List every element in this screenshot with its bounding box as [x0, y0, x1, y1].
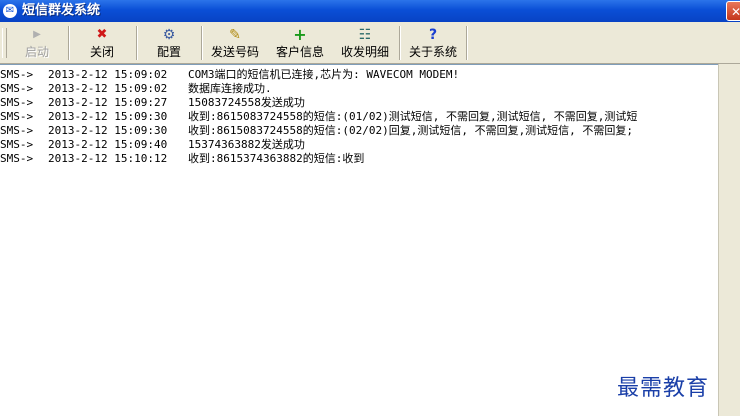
toolbar-separator — [201, 26, 203, 60]
log-message: 数据库连接成功. — [188, 82, 272, 95]
message-details-button[interactable]: ☷ 收发明细 — [334, 24, 396, 62]
close-icon: ✖ — [96, 27, 108, 42]
log-prefix: SMS-> — [0, 68, 34, 81]
window-close-button[interactable]: ✕ — [726, 1, 740, 21]
toolbar-separator — [68, 26, 70, 60]
add-icon: + — [293, 25, 307, 44]
send-numbers-button[interactable]: ✎ 发送号码 — [204, 24, 266, 62]
log-prefix: SMS-> — [0, 82, 34, 95]
log-message: 15083724558发送成功 — [188, 96, 305, 109]
log-prefix: SMS-> — [0, 138, 34, 151]
config-icon: ⚙ — [162, 27, 176, 43]
log-message: 收到:8615083724558的短信:(02/02)回复,测试短信, 不需回复… — [188, 124, 634, 137]
start-button[interactable]: ▶ 启动 — [8, 24, 66, 62]
config-button[interactable]: ⚙ 配置 — [140, 24, 198, 62]
log-prefix: SMS-> — [0, 152, 34, 165]
toolbar-separator — [466, 26, 468, 60]
customer-info-label: 客户信息 — [275, 45, 324, 59]
log-message: 收到:8615083724558的短信:(01/02)测试短信, 不需回复,测试… — [188, 110, 638, 123]
log-timestamp: 2013-2-12 15:09:02 — [48, 82, 168, 95]
toolbar-separator — [399, 26, 401, 60]
log-message: 15374363882发送成功 — [188, 138, 305, 151]
log-timestamp: 2013-2-12 15:09:27 — [48, 96, 168, 109]
watermark-logo: 最需教育 — [617, 376, 710, 401]
edit-icon: ✎ — [229, 27, 241, 43]
message-log[interactable]: SMS-> 2013-2-12 15:09:02 COM3端口的短信机已连接,芯… — [0, 64, 718, 416]
help-icon: ? — [428, 27, 438, 43]
log-timestamp: 2013-2-12 15:09:40 — [48, 138, 168, 151]
toolbar-separator — [136, 26, 138, 60]
log-timestamp: 2013-2-12 15:10:12 — [48, 152, 168, 165]
app-icon: ✉ — [3, 4, 17, 18]
log-prefix: SMS-> — [0, 124, 34, 137]
toolbar: ▶ 启动 ✖ 关闭 ⚙ 配置 ✎ 发送号码 + 客户信息 ☷ 收发明细 ? 关于… — [0, 22, 740, 64]
window-title: 短信群发系统 — [22, 3, 101, 18]
title-bar[interactable]: ✉ 短信群发系统 ✕ — [0, 0, 740, 22]
log-timestamp: 2013-2-12 15:09:30 — [48, 124, 168, 137]
send-numbers-label: 发送号码 — [210, 45, 259, 59]
close-service-button[interactable]: ✖ 关闭 — [72, 24, 132, 62]
about-label: 关于系统 — [408, 45, 457, 59]
close-service-label: 关闭 — [89, 45, 114, 59]
toolbar-grip[interactable] — [2, 28, 7, 58]
config-label: 配置 — [156, 45, 181, 59]
log-timestamp: 2013-2-12 15:09:30 — [48, 110, 168, 123]
log-message: COM3端口的短信机已连接,芯片为: WAVECOM MODEM! — [188, 68, 460, 81]
right-scroll-strip[interactable] — [718, 64, 740, 416]
log-timestamp: 2013-2-12 15:09:02 — [48, 68, 168, 81]
log-prefix: SMS-> — [0, 110, 34, 123]
play-icon: ▶ — [33, 29, 41, 40]
details-icon: ☷ — [358, 27, 372, 43]
log-prefix: SMS-> — [0, 96, 34, 109]
log-message: 收到:8615374363882的短信:收到 — [188, 152, 365, 165]
about-button[interactable]: ? 关于系统 — [402, 24, 464, 62]
message-details-label: 收发明细 — [340, 45, 389, 59]
start-button-label: 启动 — [24, 45, 49, 59]
customer-info-button[interactable]: + 客户信息 — [268, 24, 332, 62]
